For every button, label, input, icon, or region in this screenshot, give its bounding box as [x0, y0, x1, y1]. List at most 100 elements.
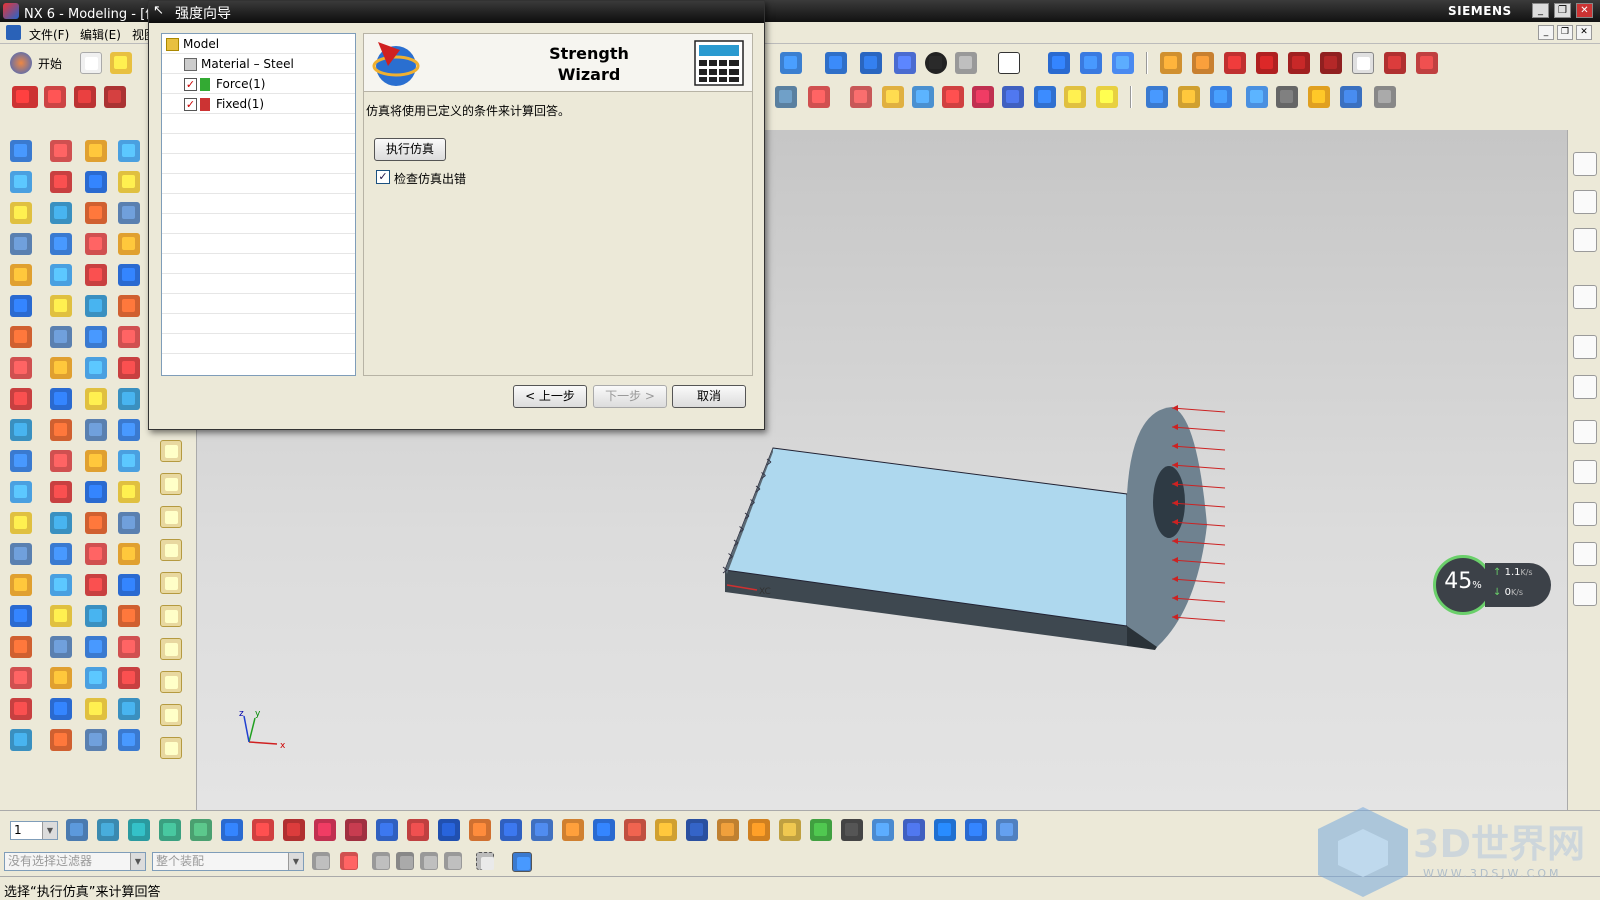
feature-tool-icon[interactable] [50, 140, 72, 162]
feature-tool-icon[interactable] [50, 574, 72, 596]
view-tool-icon[interactable] [810, 819, 832, 841]
feature-tool-icon[interactable] [50, 233, 72, 255]
snap-curve-icon[interactable] [1384, 52, 1406, 74]
line-icon[interactable] [12, 86, 38, 108]
view-tool-icon[interactable] [438, 819, 460, 841]
feature-tool-icon[interactable] [85, 605, 107, 627]
tree-item-force[interactable]: ✓ Force(1) [162, 74, 355, 94]
view-iso-icon[interactable] [825, 52, 847, 74]
snap-midpoint-icon[interactable] [1224, 52, 1246, 74]
run-simulation-button[interactable]: 执行仿真 [374, 138, 446, 161]
snap-more-icon[interactable] [1416, 52, 1438, 74]
view-tool-icon[interactable] [748, 819, 770, 841]
deselect-all-icon[interactable] [396, 852, 414, 870]
view-front-icon[interactable] [860, 52, 882, 74]
feature-tool-icon[interactable] [118, 357, 140, 379]
analysis-distance-icon[interactable] [1178, 86, 1200, 108]
undo-selection-icon[interactable] [372, 852, 390, 870]
feature-revolve-icon[interactable] [850, 86, 872, 108]
tree-item-model[interactable]: Model [162, 34, 355, 54]
feature-tool-icon[interactable] [118, 698, 140, 720]
snap-toggle-icon[interactable] [340, 852, 358, 870]
feature-tool-icon[interactable] [50, 636, 72, 658]
feature-tool-icon[interactable] [118, 233, 140, 255]
roles-icon[interactable] [1573, 460, 1597, 484]
menu-file[interactable]: 文件(F) [29, 26, 69, 43]
network-speed-widget[interactable]: 45% ↑ 1.1K/s ↓ 0K/s [1433, 555, 1551, 615]
view-tool-icon[interactable] [686, 819, 708, 841]
feature-tool-icon[interactable] [10, 481, 32, 503]
feature-tool-icon[interactable] [118, 264, 140, 286]
assembly-scope-select[interactable]: 整个装配 ▼ [152, 852, 304, 871]
feature-tool-icon[interactable] [118, 140, 140, 162]
feature-tool-icon[interactable] [50, 481, 72, 503]
feature-tool-icon[interactable] [50, 667, 72, 689]
simulation-tool-icon[interactable] [160, 638, 182, 660]
simulation-tool-icon[interactable] [160, 671, 182, 693]
feature-offset-icon[interactable] [942, 86, 964, 108]
snap-endpoint-icon[interactable] [1192, 52, 1214, 74]
feature-tool-icon[interactable] [10, 171, 32, 193]
view-tool-icon[interactable] [97, 819, 119, 841]
bracket-part[interactable] [724, 407, 1207, 650]
feature-tool-icon[interactable] [50, 698, 72, 720]
feature-tool-icon[interactable] [50, 512, 72, 534]
feature-tool-icon[interactable] [10, 295, 32, 317]
wcs-orient-icon[interactable] [1048, 52, 1070, 74]
feature-tool-icon[interactable] [85, 357, 107, 379]
feature-tool-icon[interactable] [85, 729, 107, 751]
force-checkbox[interactable]: ✓ [184, 78, 197, 91]
view-wireframe-icon[interactable] [894, 52, 916, 74]
feature-tool-icon[interactable] [10, 512, 32, 534]
maximize-button[interactable]: ❐ [1554, 3, 1571, 18]
analysis-section-icon[interactable] [1246, 86, 1268, 108]
feature-tool-icon[interactable] [10, 202, 32, 224]
feature-tool-icon[interactable] [118, 419, 140, 441]
simulation-tool-icon[interactable] [160, 737, 182, 759]
feature-tool-icon[interactable] [50, 729, 72, 751]
start-icon[interactable] [10, 52, 32, 74]
feature-tool-icon[interactable] [10, 729, 32, 751]
feature-extrude-icon[interactable] [808, 86, 830, 108]
feature-tool-icon[interactable] [10, 698, 32, 720]
view-tool-icon[interactable] [717, 819, 739, 841]
view-tool-icon[interactable] [996, 819, 1018, 841]
minimize-button[interactable]: _ [1532, 3, 1549, 18]
view-tool-icon[interactable] [655, 819, 677, 841]
feature-tool-icon[interactable] [85, 295, 107, 317]
feature-tool-icon[interactable] [10, 605, 32, 627]
view-tool-icon[interactable] [531, 819, 553, 841]
feature-tool-icon[interactable] [50, 202, 72, 224]
feature-tool-icon[interactable] [118, 729, 140, 751]
view-tool-icon[interactable] [314, 819, 336, 841]
view-tool-icon[interactable] [841, 819, 863, 841]
view-tool-icon[interactable] [376, 819, 398, 841]
feature-tool-icon[interactable] [85, 233, 107, 255]
layer-select[interactable]: 1 ▼ [10, 821, 58, 840]
render-style-icon[interactable] [925, 52, 947, 74]
feature-tool-icon[interactable] [85, 450, 107, 472]
rectangle-select-icon[interactable] [476, 852, 494, 870]
feature-draft-icon[interactable] [1064, 86, 1086, 108]
view-tool-icon[interactable] [562, 819, 584, 841]
feature-tool-icon[interactable] [10, 543, 32, 565]
feature-tool-icon[interactable] [85, 140, 107, 162]
analysis-more-icon[interactable] [1374, 86, 1396, 108]
history-icon[interactable] [1573, 335, 1597, 359]
mdi-close-button[interactable]: ✕ [1576, 25, 1592, 40]
snap-quadrant-icon[interactable] [1320, 52, 1342, 74]
feature-tool-icon[interactable] [118, 667, 140, 689]
light-icon[interactable] [955, 52, 977, 74]
feature-tool-icon[interactable] [10, 326, 32, 348]
feature-tool-icon[interactable] [10, 233, 32, 255]
pin-icon[interactable]: ↖ [153, 3, 164, 18]
view-tool-icon[interactable] [190, 819, 212, 841]
feature-tool-icon[interactable] [85, 636, 107, 658]
simulation-tool-icon[interactable] [160, 539, 182, 561]
simulation-tool-icon[interactable] [160, 506, 182, 528]
feature-tool-icon[interactable] [10, 450, 32, 472]
view-shaded-icon[interactable] [780, 52, 802, 74]
feature-tool-icon[interactable] [50, 419, 72, 441]
feature-tool-icon[interactable] [10, 140, 32, 162]
feature-tool-icon[interactable] [85, 543, 107, 565]
